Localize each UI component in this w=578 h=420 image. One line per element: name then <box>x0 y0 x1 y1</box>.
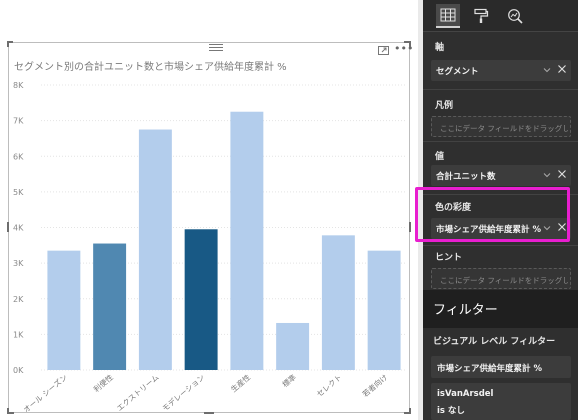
bar <box>276 322 310 370</box>
axis-field-value: セグメント <box>436 67 479 77</box>
x-tick-label: 標準 <box>280 372 298 390</box>
x-tick-label: セレクト <box>315 373 344 399</box>
report-canvas: ••• セグメント別の合計ユニット数と市場シェア供給年度累計 % 0K 1K 2K 3… <box>0 0 418 420</box>
x-tick-label: オール シーズン <box>21 372 69 414</box>
paint-roller-icon <box>474 8 489 23</box>
resize-handle-right[interactable] <box>409 222 411 232</box>
bar <box>138 129 172 370</box>
fields-icon <box>440 8 456 22</box>
values-field-value: 合計ユニット数 <box>436 172 496 182</box>
y-tick-label: 2K <box>13 295 24 304</box>
bar <box>47 250 81 370</box>
axis-field[interactable]: セグメント <box>431 60 571 81</box>
tab-fields[interactable] <box>436 4 460 28</box>
chevron-down-icon[interactable] <box>543 66 551 74</box>
x-tick-label: 利便性 <box>91 372 115 394</box>
tooltips-well-label: ヒント <box>435 253 463 263</box>
resize-handle-bottom[interactable] <box>204 412 214 414</box>
resize-handle-top-right[interactable] <box>409 41 411 47</box>
divider <box>423 89 578 90</box>
divider <box>423 141 578 142</box>
divider <box>423 245 578 246</box>
legend-well-label: 凡例 <box>435 101 454 111</box>
y-tick-label: 5K <box>13 188 24 197</box>
bar <box>184 229 218 370</box>
y-tick-label: 7K <box>13 117 24 126</box>
resize-handle-left[interactable] <box>7 222 9 232</box>
tooltips-placeholder: ここにデータ フィールドをドラッグしてください <box>440 276 568 285</box>
x-tick-label: 生産性 <box>228 372 252 394</box>
values-field[interactable]: 合計ユニット数 <box>431 165 571 186</box>
axis-well-label: 軸 <box>435 43 445 53</box>
x-tick-label: 若者向け <box>360 372 389 399</box>
filter-card-title: isVanArsdel <box>437 389 494 399</box>
bar <box>367 250 401 370</box>
filter-card-market-share[interactable]: 市場シェア供給年度累計 % <box>431 356 571 378</box>
resize-handle-bottom-left[interactable] <box>7 408 9 414</box>
legend-placeholder: ここにデータ フィールドをドラッグしてください <box>440 124 568 133</box>
tab-format[interactable] <box>469 4 493 28</box>
filter-card-isvanarsdel[interactable]: isVanArsdel is なし <box>431 383 571 420</box>
y-tick-label: 6K <box>13 152 24 161</box>
values-well-label: 値 <box>435 152 445 162</box>
bar <box>93 243 127 370</box>
y-tick-label: 0K <box>13 366 24 375</box>
y-tick-label: 4K <box>13 224 24 233</box>
y-tick-label: 1K <box>13 330 24 339</box>
visual-level-filters-label: ビジュアル レベル フィルター <box>433 337 556 347</box>
filter-card-title: 市場シェア供給年度累計 % <box>437 364 542 374</box>
pane-tab-bar <box>423 0 578 32</box>
x-tick-label: エクストリーム <box>115 373 161 413</box>
close-icon[interactable] <box>557 169 567 179</box>
filters-title: フィルター <box>433 303 498 318</box>
tab-analytics[interactable] <box>503 4 527 28</box>
analytics-icon <box>508 9 523 24</box>
tooltips-drop-zone[interactable]: ここにデータ フィールドをドラッグしてください <box>431 268 571 289</box>
chart-plot: 0K 1K 2K 3K 4K 5K 6K 7K 8K オール シーズン 利便性 エクストリーム モデレー… <box>13 81 407 414</box>
legend-drop-zone[interactable]: ここにデータ フィールドをドラッグしてください <box>431 116 571 137</box>
resize-handle-top-left[interactable] <box>7 41 9 47</box>
highlight-box <box>415 187 570 242</box>
y-tick-label: 3K <box>13 259 24 268</box>
x-tick-label: モデレーション <box>160 372 207 413</box>
bar <box>230 111 264 370</box>
filter-card-condition: is なし <box>437 406 465 416</box>
y-tick-label: 8K <box>13 81 24 90</box>
bar-chart-visual[interactable]: ••• セグメント別の合計ユニット数と市場シェア供給年度累計 % 0K 1K 2K 3… <box>8 42 413 414</box>
chevron-down-icon[interactable] <box>543 171 551 179</box>
bar <box>321 235 355 370</box>
close-icon[interactable] <box>557 64 567 74</box>
resize-handle-bottom-right[interactable] <box>409 408 411 414</box>
